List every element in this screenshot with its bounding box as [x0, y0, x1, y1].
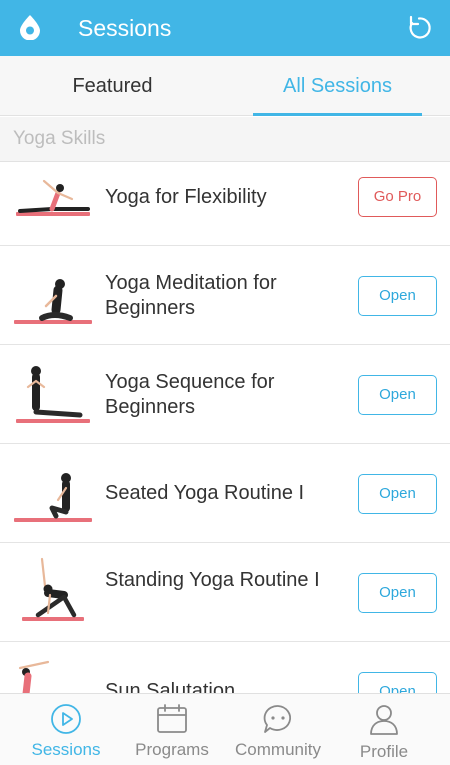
session-thumbnail	[16, 366, 90, 423]
nav-label: Community	[235, 740, 321, 759]
session-row[interactable]: Standing Yoga Routine I Open	[0, 543, 450, 642]
session-row[interactable]: Sun Salutation Open	[0, 642, 450, 693]
section-header: Yoga Skills	[0, 117, 450, 162]
session-thumbnail	[14, 473, 92, 522]
open-button[interactable]: Open	[358, 276, 437, 316]
nav-label: Programs	[135, 740, 209, 759]
session-thumbnail	[22, 557, 84, 621]
session-row[interactable]: Seated Yoga Routine I Open	[0, 444, 450, 543]
calendar-icon	[157, 704, 187, 733]
session-thumbnail	[16, 179, 90, 216]
session-title: Seated Yoga Routine I	[105, 482, 305, 504]
nav-sessions[interactable]: Sessions	[10, 694, 122, 765]
nav-label: Profile	[359, 742, 409, 761]
session-thumbnail	[14, 279, 92, 324]
person-icon	[370, 705, 398, 735]
session-row[interactable]: Yoga for Flexibility Go Pro	[0, 163, 450, 246]
session-title: Sun Salutation	[105, 680, 236, 693]
session-list[interactable]: Yoga for Flexibility Go Pro Yoga Meditat…	[0, 163, 450, 693]
open-button[interactable]: Open	[358, 573, 437, 613]
page-title: Sessions	[78, 15, 172, 41]
session-row[interactable]: Yoga Sequence for Beginners Open	[0, 345, 450, 444]
session-title: Yoga Meditation for Beginners	[105, 272, 277, 319]
tab-bar: Featured All Sessions	[0, 56, 450, 116]
play-circle-icon	[51, 704, 81, 734]
tab-all-sessions[interactable]: All Sessions	[253, 56, 422, 116]
app-logo-icon[interactable]	[17, 14, 43, 40]
refresh-icon[interactable]	[405, 14, 433, 42]
tab-featured[interactable]: Featured	[0, 56, 225, 116]
session-title: Yoga for Flexibility	[105, 186, 267, 208]
session-title: Yoga Sequence for Beginners	[105, 371, 275, 418]
open-button[interactable]: Open	[358, 474, 437, 514]
nav-profile[interactable]: Profile	[328, 694, 440, 765]
go-pro-button[interactable]: Go Pro	[358, 177, 437, 217]
open-button[interactable]: Open	[358, 375, 437, 415]
session-title: Standing Yoga Routine I	[105, 569, 320, 591]
session-thumbnail	[18, 660, 50, 693]
section-title: Yoga Skills	[13, 128, 106, 149]
chat-bubble-icon	[263, 705, 291, 733]
app-bar: Sessions	[0, 0, 450, 56]
nav-programs[interactable]: Programs	[116, 694, 228, 765]
bottom-nav: Sessions Programs Community Profile	[0, 693, 450, 765]
nav-community[interactable]: Community	[222, 694, 334, 765]
open-button[interactable]: Open	[358, 672, 437, 693]
session-row[interactable]: Yoga Meditation for Beginners Open	[0, 246, 450, 345]
nav-label: Sessions	[31, 740, 101, 759]
